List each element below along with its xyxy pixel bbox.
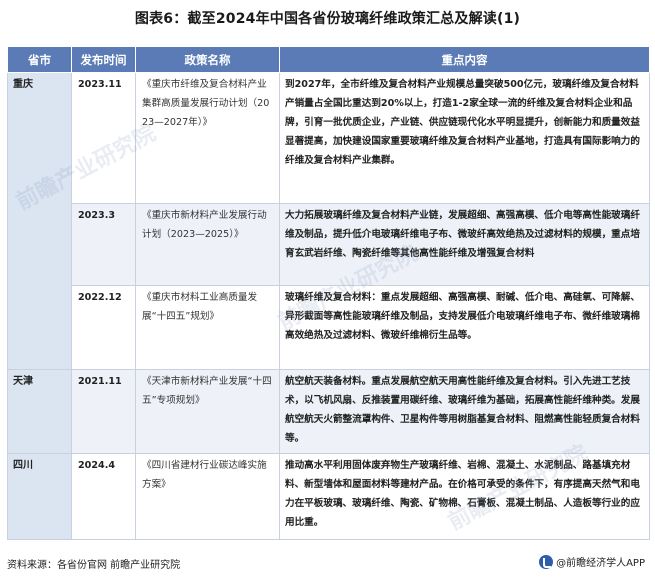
header-key-content: 重点内容 xyxy=(279,46,650,73)
page-title: 图表6：截至2024年中国各省份玻璃纤维政策汇总及解读(1) xyxy=(134,11,521,27)
key-content-cell: 大力拓展玻璃纤维及复合材料产业链，发展超细、高强高模、低介电等高性能玻璃纤维及制… xyxy=(279,203,650,286)
header-province: 省市 xyxy=(7,46,72,73)
date-cell: 2021.11 xyxy=(71,369,136,454)
policy-table: 省市 发布时间 政策名称 重点内容 重庆 2023.11 《重庆市纤维及复合材料… xyxy=(7,46,650,540)
policy-name-cell: 《重庆市材料工业高质量发展“十四五”规划》 xyxy=(135,285,280,370)
table-row: 2023.3 《重庆市新材料产业发展行动计划（2023—2025）》 大力拓展玻… xyxy=(8,203,650,286)
key-content-cell: 航空航天装备材料。重点发展航空航天用高性能纤维及复合材料。引入先进工艺技术，以飞… xyxy=(279,369,650,454)
table-header-row: 省市 发布时间 政策名称 重点内容 xyxy=(7,46,650,73)
policy-table-container: 省市 发布时间 政策名称 重点内容 重庆 2023.11 《重庆市纤维及复合材料… xyxy=(7,46,650,540)
key-content-cell: 推动高水平利用固体废弃物生产玻璃纤维、岩棉、混凝土、水泥制品、路基填充材料、新型… xyxy=(279,453,650,540)
source-note: 资料来源：各省份官网 前瞻产业研究院 xyxy=(7,560,181,571)
province-cell: 天津 xyxy=(7,369,72,454)
policy-name-cell: 《四川省建材行业碳达峰实施方案》 xyxy=(135,453,280,540)
date-cell: 2023.3 xyxy=(71,203,136,286)
table-row: 四川 2024.4 《四川省建材行业碳达峰实施方案》 推动高水平利用固体废弃物生… xyxy=(7,453,650,540)
policy-name-cell: 《重庆市纤维及复合材料产业集群高质量发展行动计划（2023—2027年）》 xyxy=(135,72,280,204)
province-cell: 四川 xyxy=(7,453,72,540)
table-row: 天津 2021.11 《天津市新材料产业发展“十四五”专项规划》 航空航天装备材… xyxy=(7,369,650,454)
qianzhan-logo-icon xyxy=(539,554,554,569)
header-policy-name: 政策名称 xyxy=(135,46,280,73)
table-row: 重庆 2023.11 《重庆市纤维及复合材料产业集群高质量发展行动计划（2023… xyxy=(7,72,650,370)
brand-text: @前瞻经济学人APP xyxy=(556,558,645,569)
brand-credit: @前瞻经济学人APP xyxy=(539,554,645,569)
key-content-cell: 玻璃纤维及复合材料：重点发展超细、高强高模、耐碱、低介电、高硅氧、可降解、异形截… xyxy=(279,285,650,370)
policy-name-cell: 《天津市新材料产业发展“十四五”专项规划》 xyxy=(135,369,280,454)
date-cell: 2022.12 xyxy=(71,285,136,370)
date-cell: 2023.11 xyxy=(71,72,136,204)
province-cell: 重庆 xyxy=(7,72,72,370)
key-content-cell: 到2027年，全市纤维及复合材料产业规模总量突破500亿元，玻璃纤维及复合材料产… xyxy=(279,72,650,204)
header-date: 发布时间 xyxy=(71,46,136,73)
date-cell: 2024.4 xyxy=(71,453,136,540)
table-row: 2022.12 《重庆市材料工业高质量发展“十四五”规划》 玻璃纤维及复合材料：… xyxy=(8,285,650,370)
policy-name-cell: 《重庆市新材料产业发展行动计划（2023—2025）》 xyxy=(135,203,280,286)
